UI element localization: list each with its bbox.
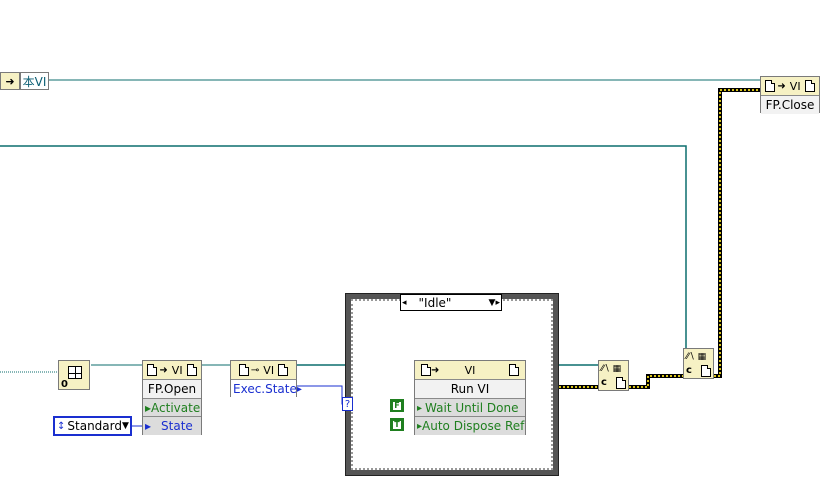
fp-open-param-activate[interactable]: ▸ Activate <box>143 398 201 417</box>
key-icon: ⊸ <box>250 364 260 376</box>
exec-state-property: Exec.State ▸ <box>231 379 302 398</box>
chevron-down-icon[interactable]: ▼ <box>122 421 129 431</box>
increment-icon: ↕ <box>57 420 66 432</box>
fp-open-header: ➜ VI <box>143 361 201 380</box>
run-vi-method: Run VI <box>415 379 525 398</box>
document-icon <box>421 364 431 376</box>
run-vi-node[interactable]: ➜ VI Run VI ▸ Wait Until Done ▸ Auto Dis… <box>414 360 526 435</box>
exec-state-class: VI <box>263 363 275 377</box>
document-icon <box>804 80 815 92</box>
case-selector[interactable]: ◂ "Idle" ▼ ▸ <box>400 294 502 311</box>
fp-close-node[interactable]: ➜ VI FP.Close <box>760 76 820 114</box>
document-icon <box>186 364 197 376</box>
arrow-right-icon: ➜ <box>159 364 168 376</box>
chevron-down-icon[interactable]: ▼ <box>489 298 496 308</box>
this-vi-label: 本VI <box>22 74 47 89</box>
close-reference-node-1[interactable]: ⁄⁄∖ ▦ c <box>598 360 629 391</box>
fp-close-header: ➜ VI <box>761 77 819 96</box>
false-constant[interactable]: F <box>390 399 404 412</box>
exec-state-node[interactable]: ⊸ VI Exec.State ▸ <box>230 360 302 398</box>
close-reference-node-2[interactable]: ⁄⁄∖ ▦ c <box>683 348 714 379</box>
fp-open-class: VI <box>171 363 183 377</box>
state-enum-constant[interactable]: ↕ Standard ▼ <box>53 416 132 436</box>
document-icon <box>616 377 626 389</box>
decrement-icon[interactable]: ◂ <box>402 298 407 308</box>
reference-wire-2 <box>0 145 687 356</box>
true-constant[interactable]: T <box>390 418 404 431</box>
run-vi-param-wait[interactable]: ▸ Wait Until Done <box>415 398 525 417</box>
fp-open-method: FP.Open <box>143 379 201 398</box>
window-node[interactable]: 0 <box>58 360 90 390</box>
document-icon <box>701 365 711 377</box>
close-reference-icon: ⁄⁄∖ ▦ <box>601 364 622 374</box>
run-vi-param-dispose[interactable]: ▸ Auto Dispose Ref <box>415 416 525 435</box>
arrow-terminal[interactable]: ➜ <box>0 72 20 90</box>
document-icon <box>509 364 519 376</box>
case-selector-value: "Idle" <box>418 295 452 310</box>
document-icon <box>147 364 158 376</box>
window-icon <box>68 366 82 379</box>
this-vi-reference[interactable]: 本VI <box>20 72 49 90</box>
arrow-right-icon: ➜ <box>777 80 786 92</box>
case-selector-terminal[interactable]: ? <box>342 397 353 411</box>
error-wire <box>526 88 760 389</box>
close-reference-icon: ⁄⁄∖ ▦ <box>686 352 707 362</box>
state-enum-value: Standard <box>67 419 122 433</box>
run-vi-header: ➜ VI <box>415 361 525 380</box>
run-vi-class: VI <box>464 363 476 377</box>
exec-state-header: ⊸ VI <box>231 361 296 380</box>
fp-open-node[interactable]: ➜ VI FP.Open ▸ Activate ▸ State <box>142 360 202 435</box>
fp-open-param-state[interactable]: ▸ State <box>143 416 201 435</box>
document-icon <box>765 80 776 92</box>
fp-close-class: VI <box>789 79 801 93</box>
document-icon <box>278 364 289 376</box>
increment-icon[interactable]: ▸ <box>495 298 500 308</box>
arrow-right-icon: ➜ <box>431 364 440 376</box>
document-icon <box>238 364 249 376</box>
fp-close-method: FP.Close <box>761 95 819 114</box>
arrow-right-icon: ➜ <box>5 74 15 88</box>
